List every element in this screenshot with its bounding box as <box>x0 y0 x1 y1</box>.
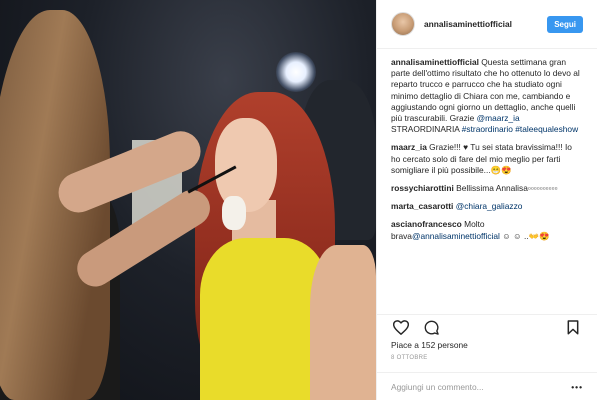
comment-user[interactable]: maarz_ia <box>391 142 427 152</box>
list-item: ascianofrancesco Molto brava@annalisamin… <box>391 219 583 241</box>
add-comment-bar: Aggiungi un commento... ••• <box>377 372 597 400</box>
comment-icon <box>424 320 439 335</box>
model-shoulder <box>310 245 376 400</box>
comment-user[interactable]: annalisaminettiofficial <box>391 57 479 67</box>
like-button[interactable] <box>391 318 411 338</box>
caption-comment: annalisaminettiofficial Questa settimana… <box>391 57 583 135</box>
bookmark-icon <box>567 320 579 335</box>
comment-text-2: STRAORDINARIA <box>391 124 462 135</box>
post-sidebar: annalisaminettiofficial Segui annalisami… <box>376 0 597 400</box>
list-item: rossychiarottini Bellissima Annalisa▫▫▫▫… <box>391 183 583 194</box>
post-header: annalisaminettiofficial Segui <box>377 0 597 49</box>
comment-user[interactable]: marta_casarotti <box>391 201 453 211</box>
comment-user[interactable]: ascianofrancesco <box>391 219 462 229</box>
avatar[interactable] <box>391 12 415 36</box>
list-item: maarz_ia Grazie!!! ♥ Tu sei stata bravis… <box>391 142 583 176</box>
post-date: 8 OTTOBRE <box>391 355 428 361</box>
stage-light <box>276 52 316 92</box>
comment-button[interactable] <box>421 318 441 338</box>
comment-mention[interactable]: @chiara_galiazzo <box>456 201 523 211</box>
add-comment-input[interactable]: Aggiungi un commento... <box>391 382 571 392</box>
post-photo[interactable] <box>0 0 376 400</box>
model-face <box>215 118 277 212</box>
more-options-icon[interactable]: ••• <box>571 382 583 392</box>
save-button[interactable] <box>563 318 583 338</box>
action-bar <box>377 314 597 340</box>
follow-button[interactable]: Segui <box>547 15 583 33</box>
comments-list: annalisaminettiofficial Questa settimana… <box>377 49 597 314</box>
comment-text: Bellissima Annalisa▫▫▫▫▫▫▫▫▫▫ <box>453 183 558 194</box>
comment-hashtags[interactable]: #straordinario #taleequaleshow <box>462 124 578 134</box>
comment-user[interactable]: rossychiarottini <box>391 183 454 193</box>
comment-text-2: ☺ ☺ ..👐😍 <box>499 230 550 241</box>
header-username[interactable]: annalisaminettiofficial <box>424 19 547 29</box>
list-item: marta_casarotti @chiara_galiazzo <box>391 201 583 212</box>
makeup-sponge <box>222 196 246 230</box>
comment-mention[interactable]: @maarz_ia <box>477 113 520 123</box>
comment-mention[interactable]: @annalisaminettiofficial <box>412 231 500 241</box>
heart-icon <box>393 320 409 335</box>
likes-count[interactable]: Piace a 152 persone <box>377 340 597 354</box>
instagram-post: annalisaminettiofficial Segui annalisami… <box>0 0 597 400</box>
